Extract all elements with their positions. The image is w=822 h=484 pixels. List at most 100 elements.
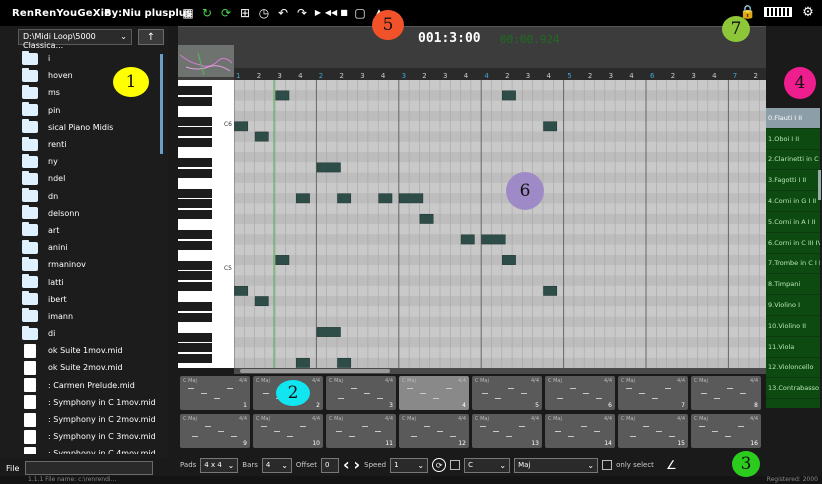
pattern-pad[interactable]: C Maj 4/4 6: [545, 376, 615, 410]
black-key[interactable]: [178, 333, 212, 343]
pattern-pad[interactable]: C Maj 4/4 8: [691, 376, 761, 410]
stop-icon[interactable]: ■: [339, 5, 349, 21]
piano-keyboard[interactable]: C6 C5: [178, 80, 234, 368]
loop-icon[interactable]: ⟳: [218, 5, 234, 21]
prev-arrow-icon[interactable]: ‹: [343, 457, 350, 473]
offset-input[interactable]: 0: [320, 457, 339, 473]
black-key[interactable]: [178, 189, 212, 199]
black-key[interactable]: [178, 261, 212, 271]
midi-note[interactable]: [399, 193, 424, 204]
black-key[interactable]: [178, 281, 212, 291]
keyboard-icon[interactable]: [764, 7, 792, 17]
file-item[interactable]: : Symphony in C 4mov.mid: [18, 445, 160, 454]
black-key[interactable]: [178, 302, 212, 312]
settings-icon[interactable]: ⚙: [800, 4, 816, 20]
black-key[interactable]: [178, 230, 212, 240]
track-item[interactable]: 7.Trombe in C I II: [766, 254, 820, 275]
folder-item[interactable]: art: [18, 222, 160, 239]
file-item[interactable]: : Symphony in C 3mov.mid: [18, 428, 160, 445]
midi-note[interactable]: [419, 213, 434, 224]
record-icon[interactable]: ▢: [352, 5, 368, 21]
track-item[interactable]: 3.Fagotti I II: [766, 170, 820, 192]
bars-dropdown[interactable]: 4 ⌄: [261, 457, 292, 473]
black-key[interactable]: [178, 158, 212, 168]
path-dropdown[interactable]: D:\Midi Loop\5000 Classica... ⌄: [18, 29, 132, 50]
midi-note[interactable]: [234, 285, 249, 296]
midi-note[interactable]: [254, 131, 269, 142]
beat-ruler[interactable]: 1 2 3 4 2 2 3 4 3 2 3 4 4 2 3 4 5 2 3 4 6 2 3 4 7 2: [234, 68, 766, 80]
black-key[interactable]: [178, 117, 212, 127]
file-list-scrollbar[interactable]: [160, 54, 163, 154]
midi-note[interactable]: [502, 90, 516, 101]
midi-note[interactable]: [316, 327, 341, 337]
midi-note[interactable]: [543, 285, 558, 296]
grid-scroll-thumb[interactable]: [240, 369, 390, 373]
track-item[interactable]: 13.Contrabasso: [766, 378, 820, 400]
folder-item[interactable]: anini: [18, 239, 160, 256]
track-list-scrollbar[interactable]: [818, 170, 821, 200]
pattern-pad[interactable]: C Maj 4/4 5: [472, 376, 542, 410]
pads-icon[interactable]: ⊞: [237, 5, 253, 21]
rotate-icon[interactable]: ⟳: [432, 458, 447, 472]
track-item[interactable]: 11.Viola: [766, 337, 820, 358]
midi-note[interactable]: [481, 234, 506, 245]
midi-note[interactable]: [378, 193, 393, 204]
next-arrow-icon[interactable]: ›: [354, 457, 361, 473]
black-key[interactable]: [178, 343, 212, 353]
pattern-pad[interactable]: C Maj 4/4 14: [545, 414, 615, 448]
black-key[interactable]: [178, 209, 212, 219]
pattern-pad[interactable]: C Maj 4/4 10: [253, 414, 323, 448]
black-key[interactable]: [178, 86, 212, 96]
file-item[interactable]: : Symphony in C 2mov.mid: [18, 411, 160, 428]
file-item[interactable]: ok Suite 1mov.mid: [18, 342, 160, 359]
folder-item[interactable]: ibert: [18, 291, 160, 308]
folder-item[interactable]: sical Piano Midis: [18, 119, 160, 136]
midi-note[interactable]: [275, 90, 290, 101]
track-item[interactable]: 8.Timpani: [766, 274, 820, 296]
angle-tool-icon[interactable]: ∠: [666, 458, 677, 472]
black-key[interactable]: [178, 353, 212, 363]
pattern-pad[interactable]: C Maj 4/4 15: [618, 414, 688, 448]
pattern-pad[interactable]: C Maj 4/4 13: [472, 414, 542, 448]
key-checkbox[interactable]: [450, 460, 461, 470]
pattern-pad[interactable]: C Maj 4/4 9: [180, 414, 250, 448]
midi-note[interactable]: [296, 193, 310, 204]
pattern-pad[interactable]: C Maj 4/4 4: [399, 376, 469, 410]
grid-icon[interactable]: ▦: [180, 5, 196, 21]
file-item[interactable]: ok Suite 2mov.mid: [18, 359, 160, 376]
folder-item[interactable]: imann: [18, 308, 160, 325]
track-item[interactable]: 4.Corni in G I II: [766, 191, 820, 212]
only-select-checkbox[interactable]: [602, 460, 613, 470]
black-key[interactable]: [178, 271, 212, 281]
track-item[interactable]: 10.Violino II: [766, 316, 820, 337]
rewind-icon[interactable]: ◀◀: [325, 5, 337, 21]
speed-dropdown[interactable]: 1 ⌄: [390, 457, 429, 473]
black-key[interactable]: [178, 240, 212, 250]
midi-note[interactable]: [337, 193, 352, 204]
pads-dropdown[interactable]: 4 x 4 ⌄: [200, 457, 239, 473]
key-dropdown[interactable]: C ⌄: [464, 457, 511, 473]
undo-icon[interactable]: ↶: [275, 5, 291, 21]
midi-note[interactable]: [543, 121, 558, 132]
metronome-clock-icon[interactable]: ◷: [256, 5, 272, 21]
folder-item[interactable]: rmaninov: [18, 256, 160, 273]
piano-roll-grid[interactable]: [234, 80, 766, 368]
grid-horizontal-scrollbar[interactable]: [234, 368, 766, 374]
parent-folder-button[interactable]: ↑: [138, 29, 164, 45]
black-key[interactable]: [178, 199, 212, 209]
midi-note[interactable]: [460, 234, 475, 245]
scale-dropdown[interactable]: Maj ⌄: [514, 457, 599, 473]
black-key[interactable]: [178, 127, 212, 137]
midi-note[interactable]: [275, 255, 290, 265]
folder-item[interactable]: dn: [18, 188, 160, 205]
folder-item[interactable]: ny: [18, 153, 160, 170]
black-key[interactable]: [178, 168, 212, 178]
midi-note[interactable]: [502, 255, 516, 265]
pattern-pad[interactable]: C Maj 4/4 12: [399, 414, 469, 448]
folder-item[interactable]: renti: [18, 136, 160, 153]
folder-item[interactable]: delsonn: [18, 205, 160, 222]
track-item[interactable]: 1.Oboi I II: [766, 129, 820, 150]
track-item[interactable]: 2.Clarinetti in C I II: [766, 150, 820, 171]
folder-item[interactable]: i: [18, 50, 160, 67]
midi-note[interactable]: [296, 357, 310, 368]
